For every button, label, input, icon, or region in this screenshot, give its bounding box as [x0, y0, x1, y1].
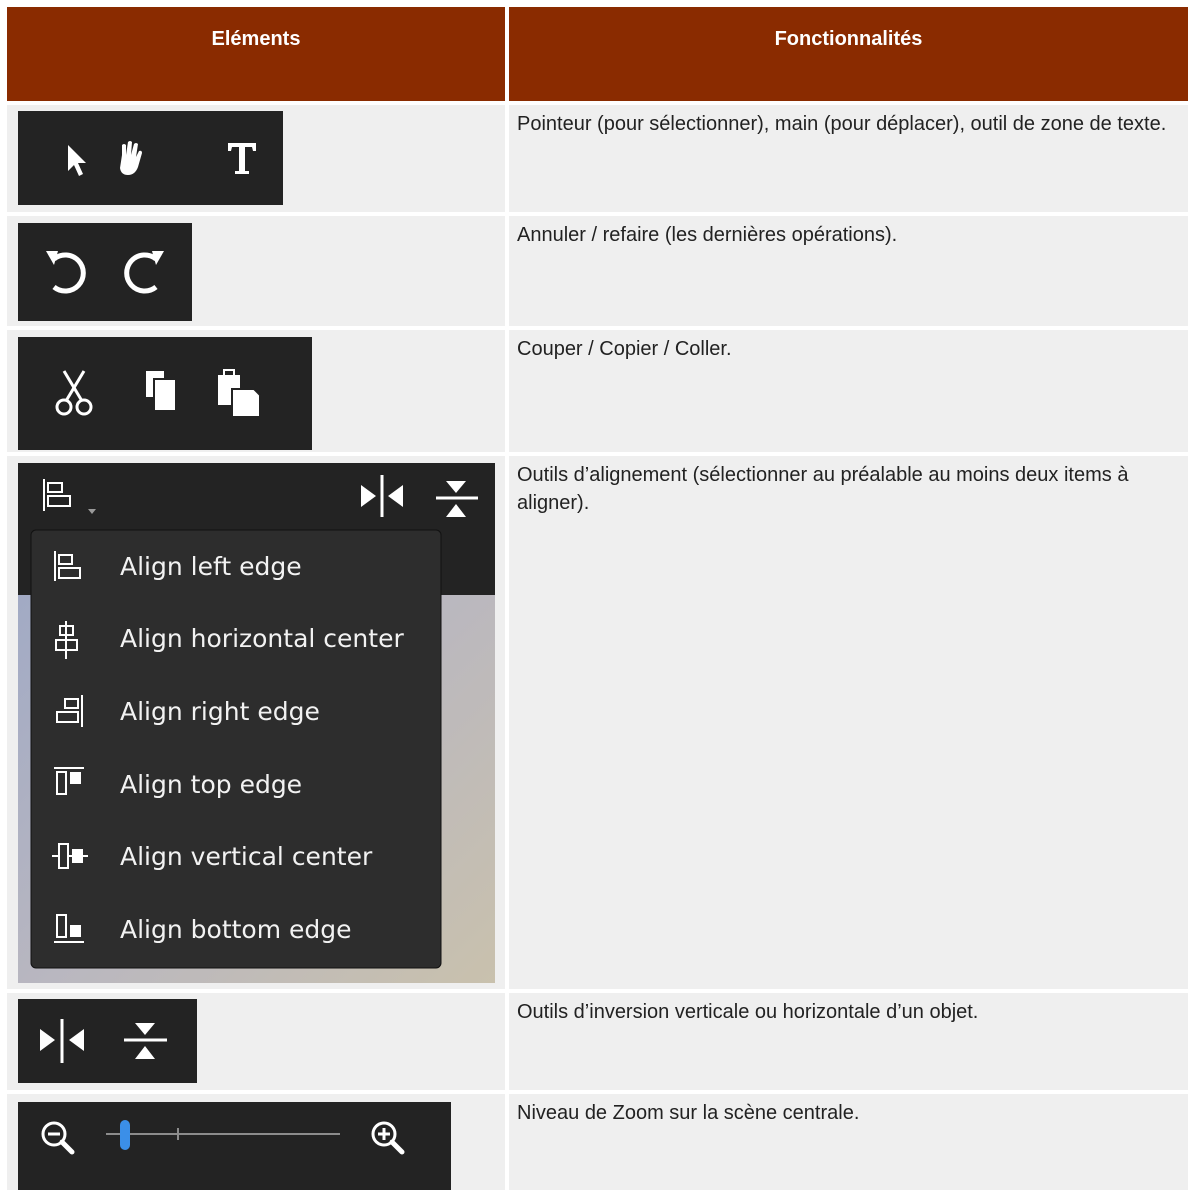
toolbar-flip	[18, 999, 197, 1083]
header-elements: Eléments	[7, 7, 505, 101]
row-description: Pointeur (pour sélectionner), main (pour…	[509, 105, 1188, 212]
table-row: Niveau de Zoom sur la scène centrale.	[7, 1094, 1188, 1190]
flip-vertical-icon[interactable]	[124, 1023, 167, 1059]
zoom-slider[interactable]	[106, 1120, 340, 1150]
menu-item-label: Align bottom edge	[120, 915, 352, 944]
undo-icon[interactable]	[46, 251, 86, 294]
row-description: Outils d’alignement (sélectionner au pré…	[509, 456, 1188, 989]
table-row: Annuler / refaire (les dernières opérati…	[7, 216, 1188, 326]
zoom-in-icon[interactable]	[371, 1121, 405, 1155]
paste-icon[interactable]	[218, 369, 261, 418]
zoom-out-icon[interactable]	[41, 1121, 75, 1155]
toolbar-zoom	[18, 1102, 451, 1190]
row-description: Couper / Copier / Coller.	[509, 330, 1188, 452]
text-tool-icon[interactable]	[228, 143, 256, 174]
pointer-icon[interactable]	[68, 145, 86, 176]
align-dropdown-menu: Align left edge Align horizontal center	[30, 529, 442, 969]
row-description: Outils d’inversion verticale ou horizont…	[509, 993, 1188, 1090]
cut-icon[interactable]	[55, 370, 93, 416]
table-row: Pointeur (pour sélectionner), main (pour…	[7, 105, 1188, 212]
hand-icon[interactable]	[120, 141, 142, 175]
toolbar-undo-redo	[18, 223, 192, 321]
zoom-slider-thumb[interactable]	[120, 1120, 130, 1150]
table-row: Couper / Copier / Coller.	[7, 330, 1188, 452]
menu-item-label: Align left edge	[120, 552, 302, 581]
toolbar-pointer-hand-text	[18, 111, 283, 205]
menu-item-label: Align vertical center	[120, 842, 373, 871]
row-description: Niveau de Zoom sur la scène centrale.	[509, 1094, 1188, 1190]
menu-item-label: Align top edge	[120, 770, 302, 799]
header-features: Fonctionnalités	[509, 7, 1188, 101]
row-description: Annuler / refaire (les dernières opérati…	[509, 216, 1188, 326]
features-table: Eléments Fonctionnalités Pointeur (pour …	[7, 7, 1188, 1190]
alignment-screenshot: Align left edge Align horizontal center	[18, 463, 495, 983]
toolbar-cut-copy-paste	[18, 337, 312, 450]
table-row: Outils d’inversion verticale ou horizont…	[7, 993, 1188, 1090]
menu-item-label: Align horizontal center	[120, 624, 404, 653]
table-row: Align left edge Align horizontal center	[7, 456, 1188, 989]
flip-horizontal-icon[interactable]	[40, 1019, 84, 1063]
table-header: Eléments Fonctionnalités	[7, 7, 1188, 101]
redo-icon[interactable]	[124, 251, 164, 294]
menu-item-label: Align right edge	[120, 697, 320, 726]
copy-icon[interactable]	[146, 371, 177, 412]
